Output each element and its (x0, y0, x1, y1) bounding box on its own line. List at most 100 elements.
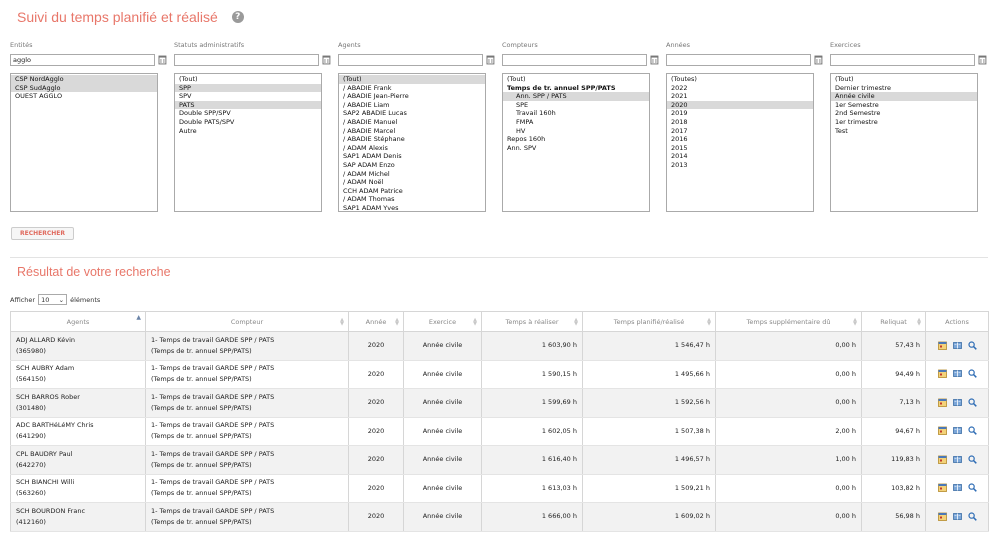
filter-option[interactable]: Année civile (831, 92, 977, 101)
book-icon[interactable] (952, 426, 962, 435)
filter-option[interactable]: 2021 (667, 92, 813, 101)
filter-option[interactable]: CCH ADAM Patrice (339, 187, 485, 196)
search-icon[interactable] (967, 369, 977, 379)
filter-search-input[interactable] (10, 53, 156, 66)
eraser-icon[interactable] (814, 55, 823, 65)
filter-option[interactable]: / ABADIE Stéphane (339, 135, 485, 144)
filter-option[interactable]: OUEST AGGLO (11, 92, 157, 101)
filter-option[interactable]: Test (831, 127, 977, 136)
filter-option[interactable]: / ABADIE Liam (339, 101, 485, 110)
calendar-icon[interactable] (937, 512, 947, 521)
help-icon[interactable]: ? (231, 11, 244, 23)
filter-search-input[interactable] (502, 53, 648, 66)
filter-option[interactable]: 1er trimestre (831, 118, 977, 127)
calendar-icon[interactable] (937, 341, 947, 350)
filter-option[interactable]: 2015 (667, 144, 813, 153)
filter-option[interactable]: SAP ADAM Enzo (339, 161, 485, 170)
filter-option[interactable]: 2016 (667, 135, 813, 144)
book-icon[interactable] (952, 341, 962, 350)
filter-option[interactable]: / ADAM Michel (339, 170, 485, 179)
filter-option[interactable]: / ADAM Thomas (339, 195, 485, 204)
filter-option[interactable]: SPV (175, 92, 321, 101)
filter-option[interactable]: 2nd Semestre (831, 109, 977, 118)
col-header-compteur[interactable]: Compteur ▲ ▼ (145, 311, 349, 332)
filter-option[interactable]: Temps de tr. annuel SPP/PATS (503, 84, 649, 93)
filter-option[interactable]: CSP NordAgglo (11, 75, 157, 84)
col-header-annee[interactable]: Année ▲ ▼ (348, 311, 404, 332)
filter-option[interactable]: 2014 (667, 152, 813, 161)
filter-option[interactable]: HV (503, 127, 649, 136)
filter-option[interactable]: SAP1 ADAM Denis (339, 152, 485, 161)
search-button[interactable]: RECHERCHER (11, 227, 74, 240)
filter-option[interactable]: Double SPP/SPV (175, 109, 321, 118)
filter-search-input[interactable] (830, 53, 976, 66)
search-icon[interactable] (967, 426, 977, 436)
filter-option[interactable]: / ABADIE Marcel (339, 127, 485, 136)
filter-listbox[interactable]: (Tout) SPP SPV PATS Double SPP/SPV Double PAT… (174, 73, 322, 212)
filter-option[interactable]: SAP2 ABADIE Lucas (339, 109, 485, 118)
col-header-planifie[interactable]: Temps planifié/réalisé ▲ ▼ (582, 311, 716, 332)
col-header-supplementaire[interactable]: Temps supplémentaire dû ▲ ▼ (715, 311, 862, 332)
filter-option[interactable]: Travail 160h (503, 109, 649, 118)
col-header-agents[interactable]: Agents ▲ (10, 311, 146, 332)
search-icon[interactable] (967, 398, 977, 407)
filter-listbox[interactable]: (Tout) / ABADIE Frank / ABADIE Jean-Pierre… (338, 73, 486, 212)
calendar-icon[interactable] (937, 483, 947, 493)
eraser-icon[interactable] (486, 55, 495, 65)
filter-option[interactable]: (Tout) (503, 75, 649, 84)
filter-option[interactable]: SPE (503, 101, 649, 110)
filter-search-input[interactable] (666, 53, 812, 66)
page-length-select[interactable]: 10 ⌄ (38, 294, 68, 305)
filter-option[interactable]: (Tout) (339, 75, 485, 84)
filter-option[interactable]: Repos 160h (503, 135, 649, 144)
book-icon[interactable] (952, 455, 962, 464)
filter-option[interactable]: FMPA (503, 118, 649, 127)
book-icon[interactable] (952, 398, 962, 407)
filter-option[interactable]: / ABADIE Jean-Pierre (339, 92, 485, 101)
filter-option[interactable]: 1er Semestre (831, 101, 977, 110)
filter-option[interactable]: PATS (175, 100, 321, 110)
filter-option[interactable]: CSP SudAgglo (11, 83, 157, 93)
search-icon[interactable] (967, 341, 977, 350)
filter-listbox[interactable]: CSP NordAgglo CSP SudAgglo OUEST AGGLO (10, 73, 158, 212)
filter-option[interactable]: / ADAM Noël (339, 178, 485, 187)
filter-option[interactable]: Ann. SPV (503, 144, 649, 153)
filter-option[interactable]: 2019 (667, 109, 813, 118)
calendar-icon[interactable] (937, 369, 947, 379)
col-header-exercice[interactable]: Exercice ▲ ▼ (403, 311, 482, 332)
filter-option[interactable]: / ADAM Alexis (339, 144, 485, 153)
filter-option[interactable]: 2017 (667, 127, 813, 136)
filter-option[interactable]: (Tout) (175, 75, 321, 84)
filter-search-input[interactable] (174, 53, 320, 66)
eraser-icon[interactable] (322, 55, 331, 65)
filter-option[interactable]: Dernier trimestre (831, 84, 977, 93)
filter-listbox[interactable]: (Tout) Temps de tr. annuel SPP/PATS Ann. S… (502, 73, 650, 212)
eraser-icon[interactable] (158, 55, 167, 65)
col-header-reliquat[interactable]: Reliquat ▲ ▼ (861, 311, 926, 332)
filter-search-input[interactable] (338, 53, 484, 66)
filter-listbox[interactable]: (Tout) Dernier trimestre Année civile 1er S… (830, 73, 978, 212)
book-icon[interactable] (952, 483, 962, 492)
filter-option[interactable]: 2022 (667, 84, 813, 93)
eraser-icon[interactable] (978, 55, 987, 65)
search-icon[interactable] (967, 512, 977, 521)
book-icon[interactable] (952, 512, 962, 521)
filter-listbox[interactable]: (Toutes) 2022 2021 2020 2019 2018 2017 2016 2015… (666, 73, 814, 212)
filter-option[interactable]: Double PATS/SPV (175, 118, 321, 127)
filter-option[interactable]: (Tout) (831, 75, 977, 84)
book-icon[interactable] (952, 369, 962, 378)
filter-option[interactable]: (Toutes) (667, 75, 813, 84)
filter-option[interactable]: 2013 (667, 161, 813, 170)
filter-option[interactable]: Autre (175, 127, 321, 136)
calendar-icon[interactable] (937, 455, 947, 464)
filter-option[interactable]: 2020 (667, 100, 813, 110)
eraser-icon[interactable] (650, 55, 659, 65)
filter-option[interactable]: SAP1 ADAM Yves (339, 204, 485, 211)
col-header-a-realiser[interactable]: Temps à réaliser ▲ ▼ (481, 311, 583, 332)
search-icon[interactable] (967, 483, 977, 493)
filter-option[interactable]: / ABADIE Manuel (339, 118, 485, 127)
filter-option[interactable]: / ABADIE Frank (339, 84, 485, 93)
calendar-icon[interactable] (937, 398, 947, 407)
filter-option[interactable]: 2018 (667, 118, 813, 127)
search-icon[interactable] (967, 455, 977, 464)
